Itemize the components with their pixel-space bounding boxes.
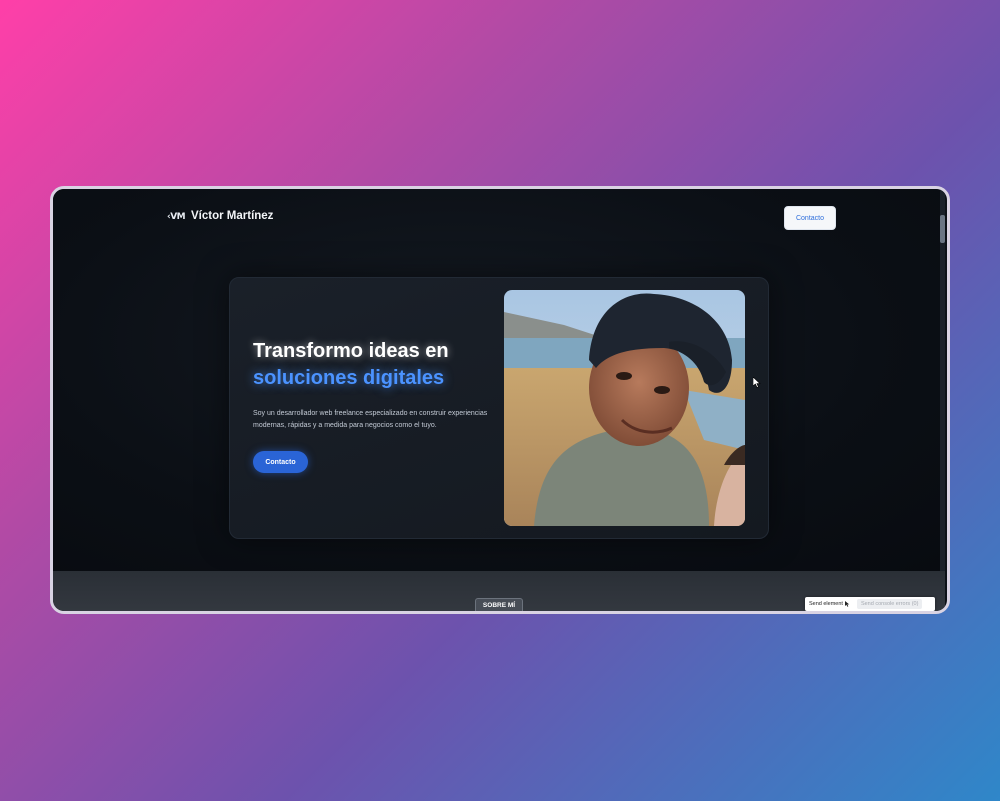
mouse-cursor-icon [753, 377, 761, 388]
hero-card: Transformo ideas en soluciones digitales… [229, 277, 769, 539]
send-element-label: Send element [809, 601, 843, 607]
hero-description: Soy un desarrollador web freelance espec… [253, 410, 488, 429]
nav-contact-button[interactable]: Contacto [784, 206, 836, 230]
send-console-errors-button[interactable]: Send console errors (0) [856, 599, 923, 609]
logo-icon[interactable]: ‹VM [167, 212, 186, 222]
brand-name[interactable]: Víctor Martínez [191, 210, 273, 222]
profile-photo [504, 290, 745, 526]
portrait-photo-icon [504, 290, 745, 526]
hero-title: Transformo ideas en soluciones digitales [253, 338, 493, 392]
website-viewport: ‹VM Víctor Martínez Contacto Transformo … [53, 189, 945, 571]
scrollbar-thumb[interactable] [940, 215, 945, 243]
scrollbar[interactable] [940, 189, 945, 571]
devtools-bar: Send element Send console errors (0) [805, 597, 935, 611]
about-section-tab[interactable]: SOBRE MÍ [475, 598, 523, 611]
hero-contact-button[interactable]: Contacto [253, 451, 308, 473]
hero-title-line1: Transformo ideas en [253, 340, 449, 362]
browser-window: ‹VM Víctor Martínez Contacto Transformo … [50, 186, 950, 614]
send-element-button[interactable]: Send element [805, 601, 855, 607]
element-picker-icon [844, 601, 850, 607]
hero-title-highlight: soluciones digitales [253, 367, 445, 389]
